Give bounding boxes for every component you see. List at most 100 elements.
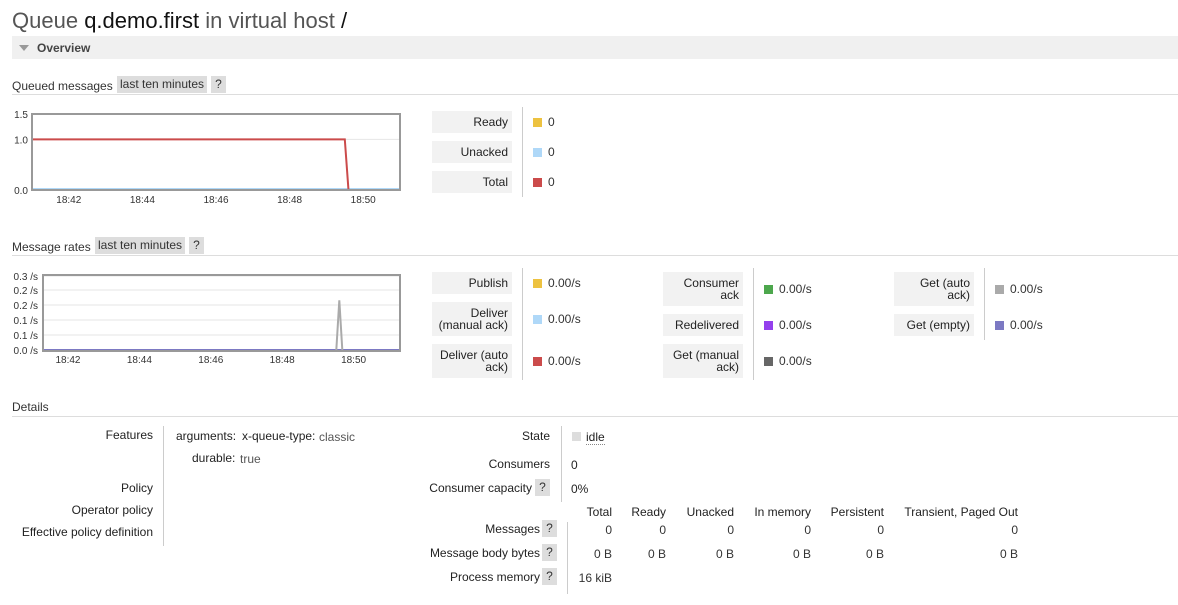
legend-deliver-manual-ack-button[interactable]: Deliver (manual ack)	[432, 302, 512, 336]
legend-unacked-button[interactable]: Unacked	[432, 141, 512, 163]
capacity-help-button[interactable]: ?	[535, 479, 550, 496]
queued-help-button[interactable]: ?	[211, 76, 226, 93]
state-indicator-icon	[572, 432, 581, 441]
legend-swatch	[764, 321, 773, 330]
body-bytes-cell: 0 B	[865, 547, 884, 561]
body-bytes-cell: 0 B	[593, 547, 612, 561]
legend-value: 0.00/s	[779, 318, 812, 332]
durable-value: true	[240, 452, 261, 466]
legend-swatch	[533, 279, 542, 288]
body-bytes-cell: 0 B	[715, 547, 734, 561]
features-label: Features	[105, 428, 153, 442]
arg-key: x-queue-type:	[242, 429, 316, 443]
y-tick-label: 0.1 /s	[14, 316, 38, 327]
legend-publish-button[interactable]: Publish	[432, 272, 512, 294]
message-rates-title: Message rates	[12, 240, 91, 254]
x-tick-label: 18:42	[55, 355, 80, 366]
table-header-cell: Transient, Paged Out	[904, 505, 1018, 519]
title-mid: in virtual host	[205, 8, 335, 33]
legend-swatch	[995, 285, 1004, 294]
collapse-triangle-icon	[19, 45, 29, 51]
messages-cell: 0	[659, 523, 666, 537]
consumer-capacity-value: 0%	[571, 482, 589, 496]
x-tick-label: 18:48	[277, 195, 302, 206]
details-divider	[561, 426, 562, 502]
table-header-cell: Total	[586, 505, 612, 519]
x-tick-label: 18:44	[130, 195, 155, 206]
y-tick-label: 1.0	[14, 135, 28, 146]
x-tick-label: 18:50	[341, 355, 366, 366]
y-tick-label: 0.0 /s	[14, 346, 38, 357]
details-divider	[163, 426, 164, 546]
rates-help-button[interactable]: ?	[189, 237, 204, 254]
messages-cell: 0	[804, 523, 811, 537]
queued-messages-header: Queued messages last ten minutes ?	[12, 75, 312, 95]
x-tick-label: 18:42	[56, 195, 81, 206]
legend-value: 0	[548, 175, 555, 189]
legend-swatch	[533, 178, 542, 187]
legend-value: 0	[548, 145, 555, 159]
y-tick-label: 0.3 /s	[14, 272, 38, 283]
legend-value: 0.00/s	[1010, 318, 1043, 332]
legend-value: 0.00/s	[1010, 282, 1043, 296]
legend-swatch	[764, 285, 773, 294]
legend-redelivered-button[interactable]: Redelivered	[663, 314, 743, 336]
legend-swatch	[995, 321, 1004, 330]
consumers-label: Consumers	[488, 457, 550, 471]
legend-value: 0.00/s	[779, 282, 812, 296]
legend-total-button[interactable]: Total	[432, 171, 512, 193]
arg-value: classic	[319, 430, 356, 444]
legend-swatch	[764, 357, 773, 366]
arguments-label: arguments:	[176, 429, 237, 443]
legend-get-empty-button[interactable]: Get (empty)	[894, 314, 974, 336]
legend-get-auto-ack-button[interactable]: Get (auto ack)	[894, 272, 974, 306]
page-title: Queue q.demo.first in virtual host /	[12, 8, 347, 34]
legend-swatch	[533, 118, 542, 127]
divider	[12, 416, 1178, 417]
legend-deliver-auto-ack-button[interactable]: Deliver (auto ack)	[432, 344, 512, 378]
messages-cell: 0	[1011, 523, 1018, 537]
y-tick-label: 0.2 /s	[14, 286, 38, 297]
legend-swatch	[533, 357, 542, 366]
messages-cell: 0	[727, 523, 734, 537]
table-header-cell: In memory	[754, 505, 811, 519]
legend-value: 0.00/s	[548, 312, 581, 326]
messages-cell: 0	[877, 523, 884, 537]
divider	[12, 94, 1178, 95]
title-prefix: Queue	[12, 8, 79, 33]
consumers-value: 0	[571, 458, 578, 472]
overview-section-toggle[interactable]: Overview	[12, 36, 1178, 59]
legend-get-manual-ack-button[interactable]: Get (manual ack)	[663, 344, 743, 378]
process-memory-value: 16 kiB	[578, 571, 612, 585]
y-tick-label: 1.5	[14, 110, 28, 121]
legend-consumer-ack-button[interactable]: Consumer ack	[663, 272, 743, 306]
legend-value: 0.00/s	[548, 354, 581, 368]
y-tick-label: 0.1 /s	[14, 331, 38, 342]
vhost-name: /	[341, 8, 348, 33]
legend-swatch	[533, 148, 542, 157]
x-tick-label: 18:44	[127, 355, 152, 366]
legend-value: 0.00/s	[779, 354, 812, 368]
consumer-capacity-label: Consumer capacity	[429, 481, 532, 495]
body-bytes-cell: 0 B	[792, 547, 811, 561]
rates-range-selector[interactable]: last ten minutes	[95, 237, 186, 254]
get-auto-ack-spike	[335, 300, 344, 351]
effective-policy-label: Effective policy definition	[21, 525, 153, 539]
divider	[12, 255, 1178, 256]
chart-frame	[42, 274, 401, 352]
queue-name: q.demo.first	[84, 8, 200, 33]
legend-value: 0.00/s	[548, 276, 581, 290]
table-header-cell: Unacked	[686, 505, 734, 519]
x-tick-label: 18:48	[270, 355, 295, 366]
table-header-cell: Ready	[631, 505, 666, 519]
legend-divider	[522, 268, 523, 380]
queued-messages-title: Queued messages	[12, 79, 113, 93]
body-bytes-cell: 0 B	[999, 547, 1018, 561]
body-bytes-cell: 0 B	[647, 547, 666, 561]
policy-label: Policy	[120, 481, 153, 495]
details-header: Details	[12, 400, 49, 414]
y-tick-label: 0.0	[14, 186, 28, 197]
legend-ready-button[interactable]: Ready	[432, 111, 512, 133]
message-rates-header: Message rates last ten minutes ?	[12, 236, 312, 256]
queued-range-selector[interactable]: last ten minutes	[117, 76, 208, 93]
